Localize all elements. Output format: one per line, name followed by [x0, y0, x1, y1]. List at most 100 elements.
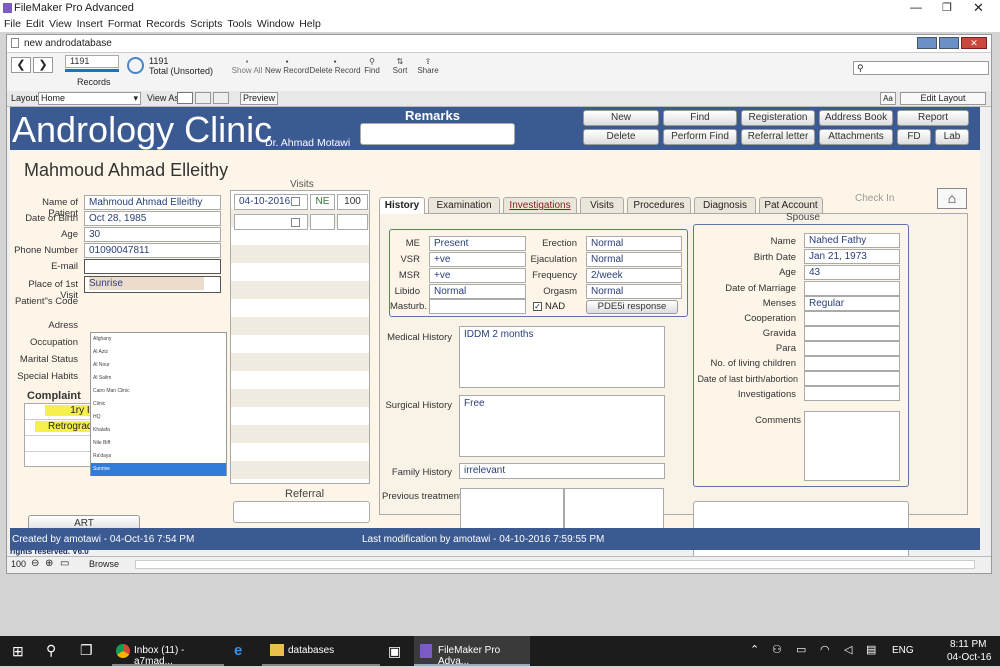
visit-number-field-empty[interactable]: [337, 214, 368, 230]
pde5i-response-button[interactable]: PDE5i response: [586, 300, 678, 314]
menses-field[interactable]: Regular: [804, 296, 900, 311]
layout-select[interactable]: Home ▾: [38, 92, 141, 105]
tab-visits[interactable]: Visits: [580, 197, 624, 213]
edge-icon[interactable]: e: [234, 642, 242, 659]
horizontal-scrollbar[interactable]: [135, 560, 975, 569]
home-icon[interactable]: ⌂: [937, 188, 967, 209]
comments-field[interactable]: [804, 411, 900, 481]
cooperation-field[interactable]: [804, 311, 900, 326]
taskbar-filemaker[interactable]: FileMaker Pro Adva...: [414, 636, 530, 667]
frequency-field[interactable]: 2/week: [586, 268, 682, 283]
ejaculation-field[interactable]: Normal: [586, 252, 682, 267]
task-view-icon[interactable]: ❐: [80, 642, 93, 659]
mode-label[interactable]: Browse: [89, 559, 119, 569]
zoom-out-icon[interactable]: ⊖: [31, 558, 39, 569]
visit-checkbox[interactable]: [291, 218, 300, 227]
referral-field[interactable]: [233, 501, 370, 523]
menu-help[interactable]: Help: [299, 18, 321, 30]
dropdown-option[interactable]: Al Aziz: [91, 346, 226, 359]
dropdown-option[interactable]: Afghany: [91, 333, 226, 346]
dropdown-option[interactable]: Cairo Man Clinic: [91, 385, 226, 398]
search-icon[interactable]: ⚲: [46, 642, 56, 659]
dropdown-option[interactable]: Al Nour: [91, 359, 226, 372]
name-of-patient-field[interactable]: Mahmoud Ahmad Elleithy: [84, 195, 221, 210]
share-button[interactable]: ⇪ Share: [415, 57, 441, 75]
menu-tools[interactable]: Tools: [227, 18, 252, 30]
last-birth-field[interactable]: [804, 371, 900, 386]
record-number-input[interactable]: 1191: [65, 55, 119, 68]
vsr-field[interactable]: +ve: [429, 252, 526, 267]
delete-record-button[interactable]: ▪ Delete Record: [309, 57, 361, 75]
address-book-button[interactable]: Address Book: [819, 110, 893, 126]
attachments-button[interactable]: Attachments: [819, 129, 893, 145]
formatting-bar-button[interactable]: Aa: [880, 92, 896, 105]
clock-time[interactable]: 8:11 PM: [950, 639, 987, 650]
age-field[interactable]: 30: [84, 227, 221, 242]
zoom-in-icon[interactable]: ⊕: [45, 558, 53, 569]
msr-field[interactable]: +ve: [429, 268, 526, 283]
visit-checkbox[interactable]: [291, 197, 300, 206]
date-of-birth-field[interactable]: Oct 28, 1985: [84, 211, 221, 226]
record-slider[interactable]: [65, 69, 119, 72]
perform-find-button[interactable]: Perform Find: [663, 129, 737, 145]
me-field[interactable]: Present: [429, 236, 526, 251]
remarks-field[interactable]: [360, 123, 515, 145]
menu-scripts[interactable]: Scripts: [190, 18, 222, 30]
windows-start-icon[interactable]: ⊞: [12, 643, 24, 660]
dropdown-option[interactable]: Ra'daya: [91, 450, 226, 463]
new-record-button[interactable]: ▪ New Record: [265, 57, 309, 75]
tab-procedures[interactable]: Procedures: [627, 197, 691, 213]
orgasm-field[interactable]: Normal: [586, 284, 682, 299]
medical-history-field[interactable]: IDDM 2 months: [459, 326, 665, 388]
masturb-field[interactable]: [429, 299, 526, 314]
phone-number-field[interactable]: 01090047811: [84, 243, 221, 258]
taskbar-explorer[interactable]: databases: [262, 636, 380, 666]
store-icon[interactable]: ▣: [388, 643, 401, 660]
lab-button[interactable]: Lab: [935, 129, 969, 145]
zoom-level[interactable]: 100: [11, 559, 26, 569]
erection-field[interactable]: Normal: [586, 236, 682, 251]
menu-insert[interactable]: Insert: [77, 18, 103, 30]
find-button[interactable]: ⚲ Find: [361, 57, 383, 75]
chevron-up-icon[interactable]: ⌃: [750, 643, 759, 656]
para-field[interactable]: [804, 341, 900, 356]
find-header-button[interactable]: Find: [663, 110, 737, 126]
menu-file[interactable]: File: [4, 18, 21, 30]
show-all-button[interactable]: ▪ Show All: [229, 57, 265, 75]
place-of-visit-dropdown[interactable]: Afghany Al Aziz Al Nour Al Salim Cairo M…: [90, 332, 227, 476]
next-record-button[interactable]: ❯: [33, 57, 53, 73]
menu-records[interactable]: Records: [146, 18, 185, 30]
tab-history[interactable]: History: [379, 197, 425, 214]
minimize-icon[interactable]: —: [910, 0, 922, 14]
toggle-toolbar-icon[interactable]: ▭: [60, 558, 69, 569]
table-view-icon[interactable]: [213, 92, 229, 104]
registeration-button[interactable]: Registeration: [741, 110, 815, 126]
living-children-field[interactable]: [804, 356, 900, 371]
dropdown-option-selected[interactable]: Sunrise: [91, 463, 226, 476]
notification-icon[interactable]: ▤: [866, 643, 876, 656]
sort-button[interactable]: ⇅ Sort: [387, 57, 413, 75]
spouse-birth-date-field[interactable]: Jan 21, 1973: [804, 249, 900, 264]
menu-format[interactable]: Format: [108, 18, 141, 30]
maximize-icon[interactable]: ❐: [942, 1, 952, 14]
preview-button[interactable]: Preview: [240, 92, 278, 105]
family-history-field[interactable]: irrelevant: [459, 463, 665, 479]
delete-button[interactable]: Delete: [583, 129, 659, 145]
visit-number-field[interactable]: 100: [337, 194, 368, 210]
quick-find-input[interactable]: ⚲: [853, 61, 989, 75]
wifi-icon[interactable]: ◠: [820, 643, 830, 656]
language-indicator[interactable]: ENG: [892, 645, 914, 656]
form-view-icon[interactable]: [177, 92, 193, 104]
edit-layout-button[interactable]: Edit Layout: [900, 92, 986, 105]
place-of-first-visit-field[interactable]: Sunrise: [84, 276, 221, 293]
visit-ne-field[interactable]: NE: [310, 194, 335, 210]
dropdown-option[interactable]: Clinic: [91, 398, 226, 411]
spouse-age-field[interactable]: 43: [804, 265, 900, 280]
libido-field[interactable]: Normal: [429, 284, 526, 299]
clock-date[interactable]: 04-Oct-16: [947, 652, 991, 663]
doc-maximize-button[interactable]: [939, 37, 959, 49]
taskbar-chrome[interactable]: Inbox (11) - a7mad...: [112, 636, 224, 667]
tab-investigations[interactable]: Investigations: [503, 197, 577, 213]
check-in-label[interactable]: Check In: [855, 193, 894, 204]
dropdown-option[interactable]: Al Salim: [91, 372, 226, 385]
